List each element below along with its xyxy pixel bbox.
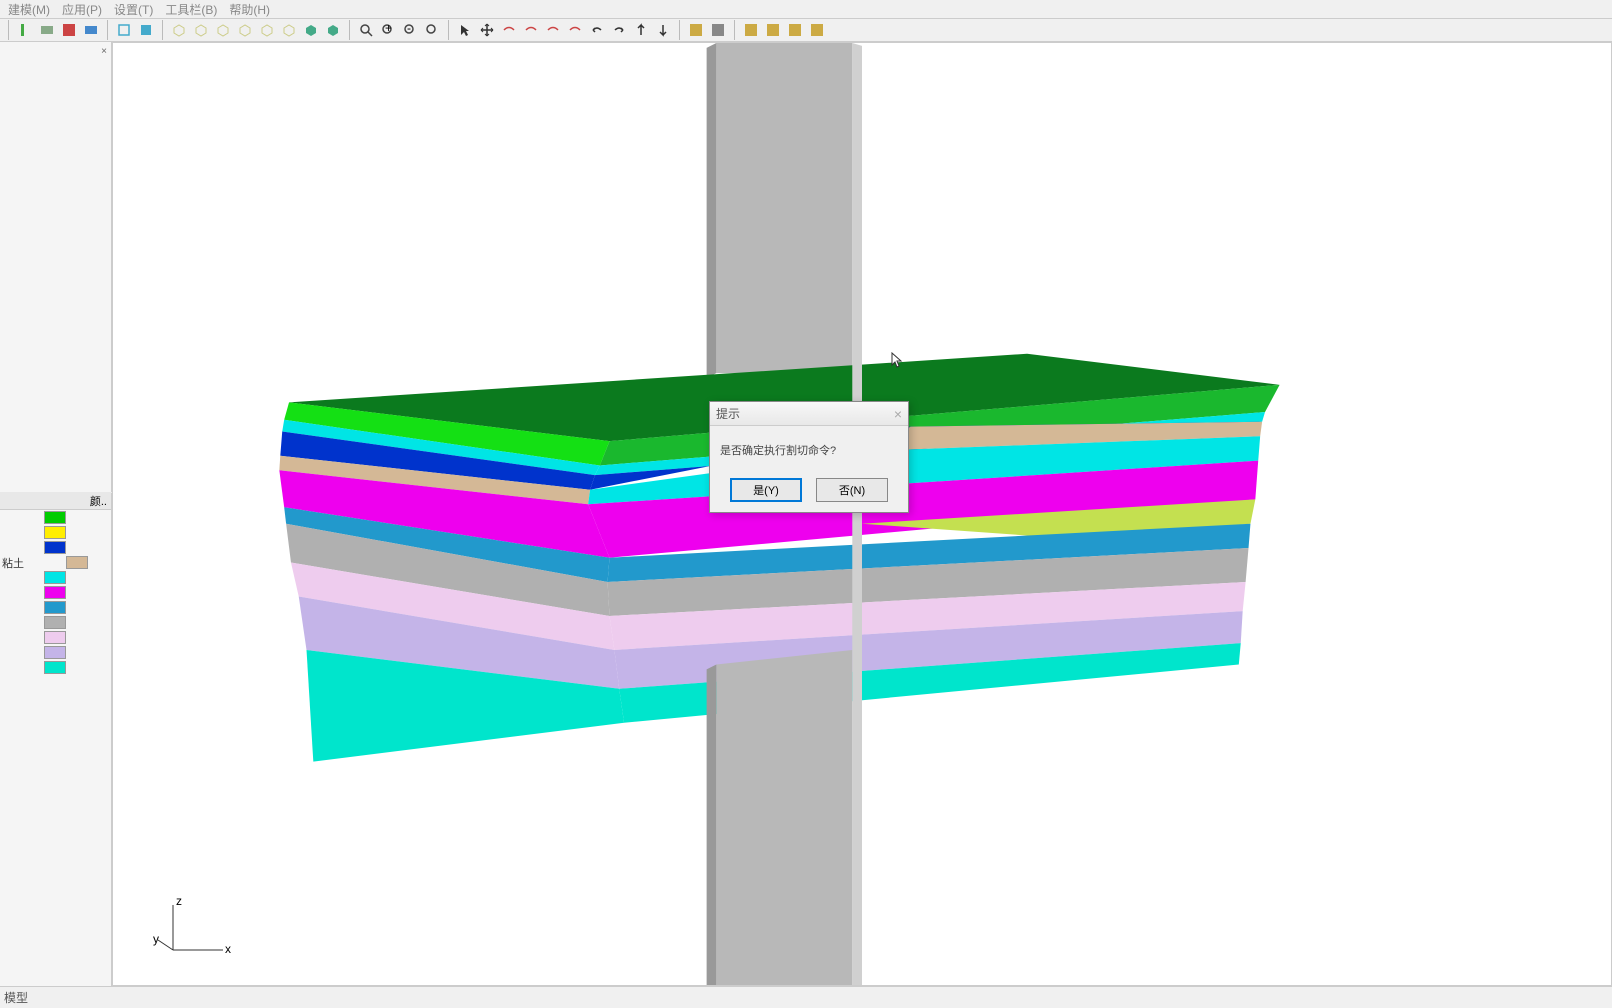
view-iso-5[interactable]	[257, 20, 277, 40]
svg-text:-: -	[407, 22, 411, 35]
dialog-title-text: 提示	[716, 405, 740, 422]
zoom-fit[interactable]	[356, 20, 376, 40]
legend-panel: 颜.. 粘土	[0, 492, 112, 675]
menu-settings[interactable]: 设置(T)	[114, 1, 153, 18]
rotate-2[interactable]	[521, 20, 541, 40]
view-front[interactable]	[114, 20, 134, 40]
menu-application[interactable]: 应用(P)	[62, 1, 102, 18]
view-iso-3[interactable]	[213, 20, 233, 40]
legend-row[interactable]: 粘土	[0, 555, 112, 570]
zoom-in[interactable]: +	[378, 20, 398, 40]
statusbar-text: 模型	[4, 989, 28, 1006]
legend-row[interactable]	[0, 645, 112, 660]
color-swatch	[44, 526, 66, 539]
color-swatch	[44, 646, 66, 659]
legend-color-header: 颜..	[86, 493, 112, 509]
pan-tool[interactable]	[477, 20, 497, 40]
legend-row[interactable]	[0, 585, 112, 600]
legend-row[interactable]	[0, 540, 112, 555]
dialog-yes-button[interactable]: 是(Y)	[730, 478, 802, 502]
legend-row[interactable]	[0, 525, 112, 540]
arrow-down-icon[interactable]	[653, 20, 673, 40]
statusbar: 模型	[0, 986, 1612, 1008]
select-arrow[interactable]	[455, 20, 475, 40]
svg-text:+: +	[385, 22, 392, 35]
color-swatch	[44, 541, 66, 554]
toolbar-btn-2[interactable]	[37, 20, 57, 40]
legend-header: 颜..	[0, 492, 112, 510]
undo-icon[interactable]	[587, 20, 607, 40]
view-iso-6[interactable]	[279, 20, 299, 40]
toolbar-btn-4[interactable]	[81, 20, 101, 40]
axis-x-label: x	[225, 942, 231, 956]
panel-btn-2[interactable]	[708, 20, 728, 40]
legend-label: 粘土	[2, 555, 24, 571]
color-swatch	[44, 601, 66, 614]
rotate-4[interactable]	[565, 20, 585, 40]
panel-btn-4[interactable]	[763, 20, 783, 40]
main-area: × 颜.. 粘土	[0, 42, 1612, 986]
menubar: 建模(M) 应用(P) 设置(T) 工具栏(B) 帮助(H)	[0, 0, 1612, 18]
arrow-up-icon[interactable]	[631, 20, 651, 40]
view-solid-1[interactable]	[301, 20, 321, 40]
view-iso-4[interactable]	[235, 20, 255, 40]
menu-toolbar[interactable]: 工具栏(B)	[165, 1, 217, 18]
zoom-out[interactable]: -	[400, 20, 420, 40]
color-swatch	[44, 616, 66, 629]
axis-y-label: y	[153, 932, 159, 946]
view-iso-2[interactable]	[191, 20, 211, 40]
axis-indicator: z x y	[153, 895, 233, 965]
zoom-window[interactable]	[422, 20, 442, 40]
dialog-titlebar[interactable]: 提示 ×	[710, 402, 908, 426]
legend-row[interactable]	[0, 660, 112, 675]
color-swatch	[44, 511, 66, 524]
panel-btn-1[interactable]	[686, 20, 706, 40]
viewport-3d[interactable]: z x y 提示 × 是否确定执行割切命令? 是(Y) 否(N)	[112, 42, 1612, 986]
panel-btn-3[interactable]	[741, 20, 761, 40]
color-swatch	[44, 571, 66, 584]
color-swatch	[44, 631, 66, 644]
view-back[interactable]	[136, 20, 156, 40]
color-swatch	[44, 661, 66, 674]
legend-row[interactable]	[0, 615, 112, 630]
toolbar: + -	[0, 18, 1612, 42]
legend-row[interactable]	[0, 510, 112, 525]
toolbar-btn-3[interactable]	[59, 20, 79, 40]
rotate-1[interactable]	[499, 20, 519, 40]
legend-row[interactable]	[0, 630, 112, 645]
toolbar-btn-1[interactable]	[15, 20, 35, 40]
redo-icon[interactable]	[609, 20, 629, 40]
view-iso-1[interactable]	[169, 20, 189, 40]
legend-row[interactable]	[0, 600, 112, 615]
side-panel-close-icon[interactable]: ×	[101, 46, 107, 57]
view-solid-2[interactable]	[323, 20, 343, 40]
dialog-message: 是否确定执行割切命令?	[710, 426, 908, 468]
color-swatch	[44, 586, 66, 599]
menu-help[interactable]: 帮助(H)	[229, 1, 270, 18]
panel-btn-5[interactable]	[785, 20, 805, 40]
dialog-close-icon[interactable]: ×	[894, 406, 902, 422]
panel-btn-6[interactable]	[807, 20, 827, 40]
color-swatch	[66, 556, 88, 569]
menu-model[interactable]: 建模(M)	[8, 1, 50, 18]
axis-z-label: z	[176, 895, 182, 908]
legend-row[interactable]	[0, 570, 112, 585]
rotate-3[interactable]	[543, 20, 563, 40]
dialog-no-button[interactable]: 否(N)	[816, 478, 888, 502]
model-render	[113, 43, 1611, 985]
side-panel: × 颜.. 粘土	[0, 42, 112, 986]
confirm-dialog: 提示 × 是否确定执行割切命令? 是(Y) 否(N)	[709, 401, 909, 513]
